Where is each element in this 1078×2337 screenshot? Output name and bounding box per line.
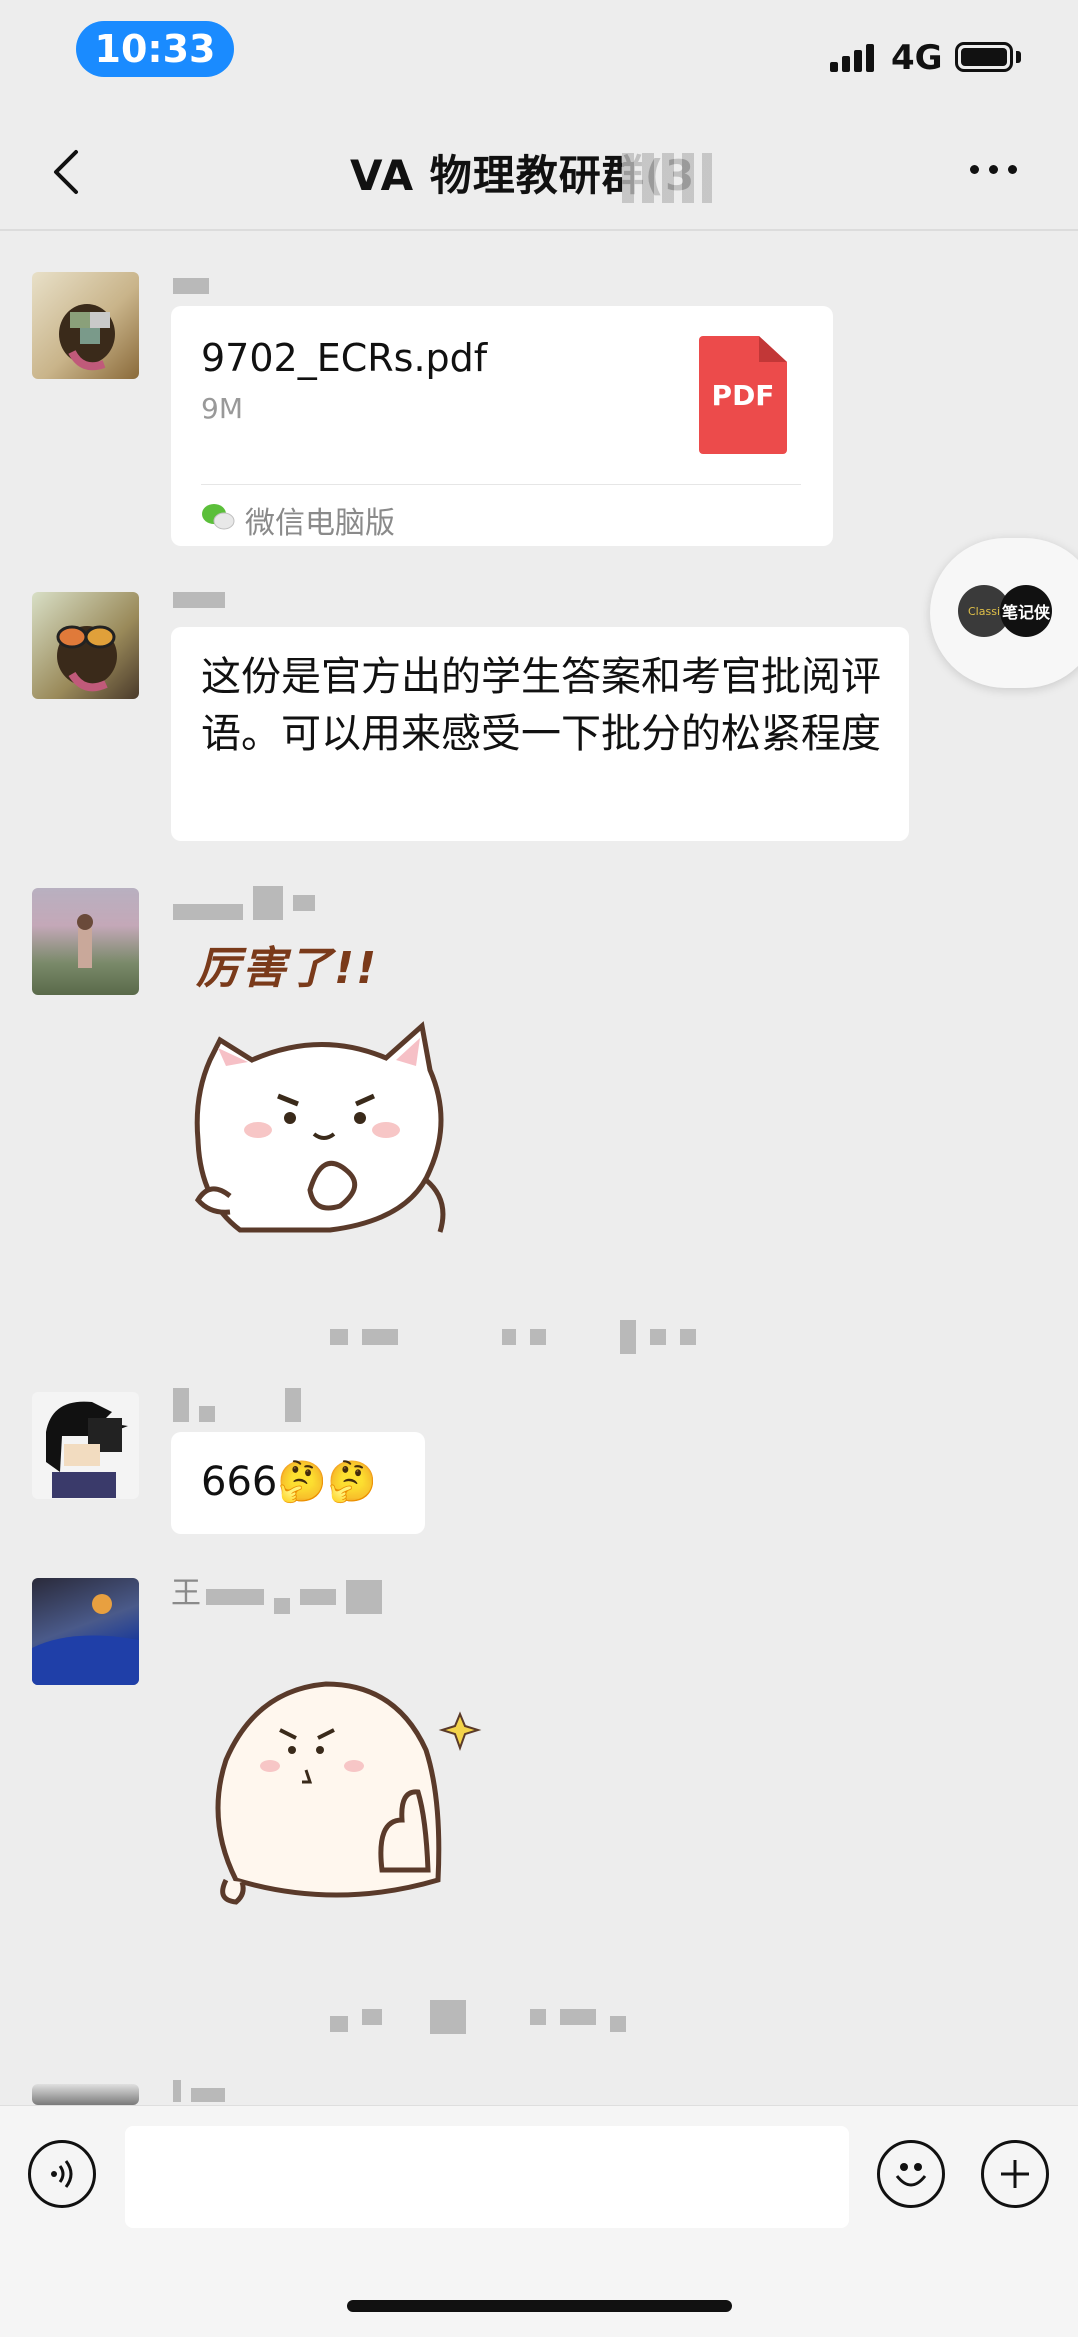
- message-text: 666🤔🤔: [201, 1459, 377, 1505]
- battery-icon: [955, 42, 1013, 72]
- file-divider: [201, 484, 801, 485]
- avatar[interactable]: [32, 2084, 139, 2105]
- file-size: 9M: [201, 392, 243, 425]
- wechat-icon: [202, 504, 235, 530]
- file-message[interactable]: 9702_ECRs.pdf 9M PDF 微信电脑版: [171, 306, 833, 546]
- header-divider: [0, 229, 1078, 231]
- battery-tip: [1016, 51, 1021, 63]
- sender-name: [173, 2080, 225, 2102]
- voice-icon[interactable]: [28, 2140, 96, 2208]
- text-message[interactable]: 666🤔🤔: [171, 1432, 425, 1534]
- cat-sticker[interactable]: [190, 1000, 450, 1240]
- signal-icon: [830, 44, 874, 72]
- floating-widget-right[interactable]: 笔记侠: [1000, 585, 1052, 637]
- network-type: 4G: [891, 38, 943, 78]
- sticker-caption: 厉害了!!: [196, 943, 379, 994]
- message-input[interactable]: [125, 2126, 849, 2228]
- back-icon[interactable]: [48, 148, 84, 196]
- more-icon[interactable]: [970, 165, 1017, 174]
- sender-name: [173, 886, 315, 920]
- avatar[interactable]: [32, 592, 139, 699]
- avatar[interactable]: [32, 1578, 139, 1685]
- avatar[interactable]: [32, 1392, 139, 1499]
- sender-name: [173, 1388, 301, 1422]
- sender-prefix: 王: [171, 1576, 201, 1611]
- emoji-icon[interactable]: [877, 2140, 945, 2208]
- avatar[interactable]: [32, 888, 139, 995]
- status-time: 10:33: [76, 21, 234, 77]
- system-message: [330, 1320, 696, 1354]
- sender-name: [173, 278, 209, 294]
- message-text: 这份是官方出的学生答案和考官批阅评语。可以用来感受一下批分的松紧程度: [201, 654, 881, 757]
- blob-sticker[interactable]: [206, 1670, 486, 1910]
- plus-icon[interactable]: [981, 2140, 1049, 2208]
- home-indicator: [347, 2300, 732, 2312]
- system-message: [330, 2000, 626, 2034]
- sender-name: [173, 592, 225, 608]
- file-name: 9702_ECRs.pdf: [201, 336, 488, 380]
- avatar[interactable]: [32, 272, 139, 379]
- file-source: 微信电脑版: [245, 506, 395, 541]
- title-mask: [622, 153, 712, 203]
- sender-name: [206, 1580, 382, 1614]
- text-message[interactable]: 这份是官方出的学生答案和考官批阅评语。可以用来感受一下批分的松紧程度: [171, 627, 909, 841]
- pdf-fold: [759, 336, 787, 362]
